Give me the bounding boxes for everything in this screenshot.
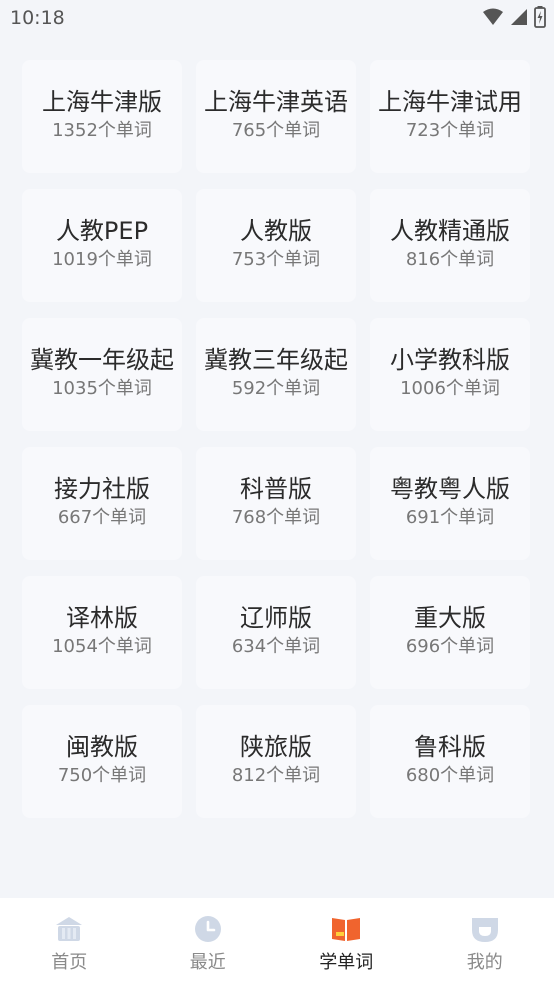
- textbook-card[interactable]: 科普版 768个单词: [196, 447, 356, 560]
- textbook-title: 闽教版: [66, 732, 138, 761]
- textbook-title: 上海牛津版: [42, 87, 162, 116]
- status-bar: 10:18: [0, 0, 554, 40]
- word-count: 1054个单词: [52, 635, 152, 657]
- nav-item-profile[interactable]: 我的: [416, 898, 554, 984]
- word-count: 1019个单词: [52, 248, 152, 270]
- profile-icon: [470, 914, 500, 944]
- screen: 10:18 上海牛津版 1352个单词 上海牛津英语 765个单词 上海牛津试用 72…: [0, 0, 554, 984]
- word-count: 667个单词: [57, 506, 147, 528]
- textbook-title: 上海牛津英语: [204, 87, 348, 116]
- textbook-card[interactable]: 粤教粤人版 691个单词: [370, 447, 530, 560]
- bottom-nav: 首页 最近 学单词 我的: [0, 898, 554, 984]
- textbook-card[interactable]: 上海牛津版 1352个单词: [22, 60, 182, 173]
- textbook-card[interactable]: 上海牛津试用 723个单词: [370, 60, 530, 173]
- textbook-title: 冀教一年级起: [30, 345, 174, 374]
- textbook-card[interactable]: 接力社版 667个单词: [22, 447, 182, 560]
- textbook-title: 粤教粤人版: [390, 474, 510, 503]
- textbook-card[interactable]: 重大版 696个单词: [370, 576, 530, 689]
- word-count: 691个单词: [405, 506, 495, 528]
- status-time: 10:18: [10, 7, 65, 29]
- textbook-card[interactable]: 陕旅版 812个单词: [196, 705, 356, 818]
- textbook-title: 科普版: [240, 474, 312, 503]
- nav-item-learn-words[interactable]: 学单词: [277, 898, 416, 984]
- textbook-card[interactable]: 冀教一年级起 1035个单词: [22, 318, 182, 431]
- textbook-title: 人教版: [240, 216, 312, 245]
- nav-label-recent: 最近: [189, 952, 226, 973]
- clock-icon: [193, 914, 223, 944]
- word-count: 812个单词: [231, 764, 321, 786]
- nav-label-profile: 我的: [466, 952, 503, 973]
- word-count: 816个单词: [405, 248, 495, 270]
- textbook-card[interactable]: 冀教三年级起 592个单词: [196, 318, 356, 431]
- word-count: 750个单词: [57, 764, 147, 786]
- word-count: 592个单词: [231, 377, 321, 399]
- nav-item-home[interactable]: 首页: [0, 898, 139, 984]
- textbook-card[interactable]: 上海牛津英语 765个单词: [196, 60, 356, 173]
- textbook-title: 鲁科版: [414, 732, 486, 761]
- textbook-card[interactable]: 闽教版 750个单词: [22, 705, 182, 818]
- word-count: 768个单词: [231, 506, 321, 528]
- home-icon: [54, 914, 84, 944]
- word-count: 1352个单词: [52, 119, 152, 141]
- word-count: 723个单词: [405, 119, 495, 141]
- word-count: 765个单词: [231, 119, 321, 141]
- word-count: 1035个单词: [52, 377, 152, 399]
- word-count: 696个单词: [405, 635, 495, 657]
- signal-icon: [510, 8, 528, 30]
- status-icons: [482, 6, 546, 32]
- word-count: 634个单词: [231, 635, 321, 657]
- textbook-card[interactable]: 辽师版 634个单词: [196, 576, 356, 689]
- word-count: 680个单词: [405, 764, 495, 786]
- book-icon: [331, 914, 361, 944]
- textbook-card[interactable]: 人教版 753个单词: [196, 189, 356, 302]
- battery-charging-icon: [534, 6, 546, 32]
- nav-label-learn-words: 学单词: [319, 952, 374, 973]
- wifi-icon: [482, 8, 504, 30]
- textbook-title: 冀教三年级起: [204, 345, 348, 374]
- nav-label-home: 首页: [51, 952, 88, 973]
- textbook-card[interactable]: 译林版 1054个单词: [22, 576, 182, 689]
- textbook-title: 人教精通版: [390, 216, 510, 245]
- textbook-card[interactable]: 鲁科版 680个单词: [370, 705, 530, 818]
- textbook-grid: 上海牛津版 1352个单词 上海牛津英语 765个单词 上海牛津试用 723个单词 人…: [22, 60, 532, 818]
- textbook-title: 接力社版: [54, 474, 150, 503]
- textbook-title: 译林版: [66, 603, 138, 632]
- textbook-title: 辽师版: [240, 603, 312, 632]
- textbook-title: 人教PEP: [55, 216, 149, 245]
- textbook-title: 陕旅版: [240, 732, 312, 761]
- word-count: 1006个单词: [400, 377, 500, 399]
- nav-item-recent[interactable]: 最近: [139, 898, 278, 984]
- textbook-card[interactable]: 小学教科版 1006个单词: [370, 318, 530, 431]
- textbook-card[interactable]: 人教PEP 1019个单词: [22, 189, 182, 302]
- textbook-title: 小学教科版: [390, 345, 510, 374]
- textbook-title: 上海牛津试用: [378, 87, 522, 116]
- textbook-card[interactable]: 人教精通版 816个单词: [370, 189, 530, 302]
- textbook-title: 重大版: [414, 603, 486, 632]
- word-count: 753个单词: [231, 248, 321, 270]
